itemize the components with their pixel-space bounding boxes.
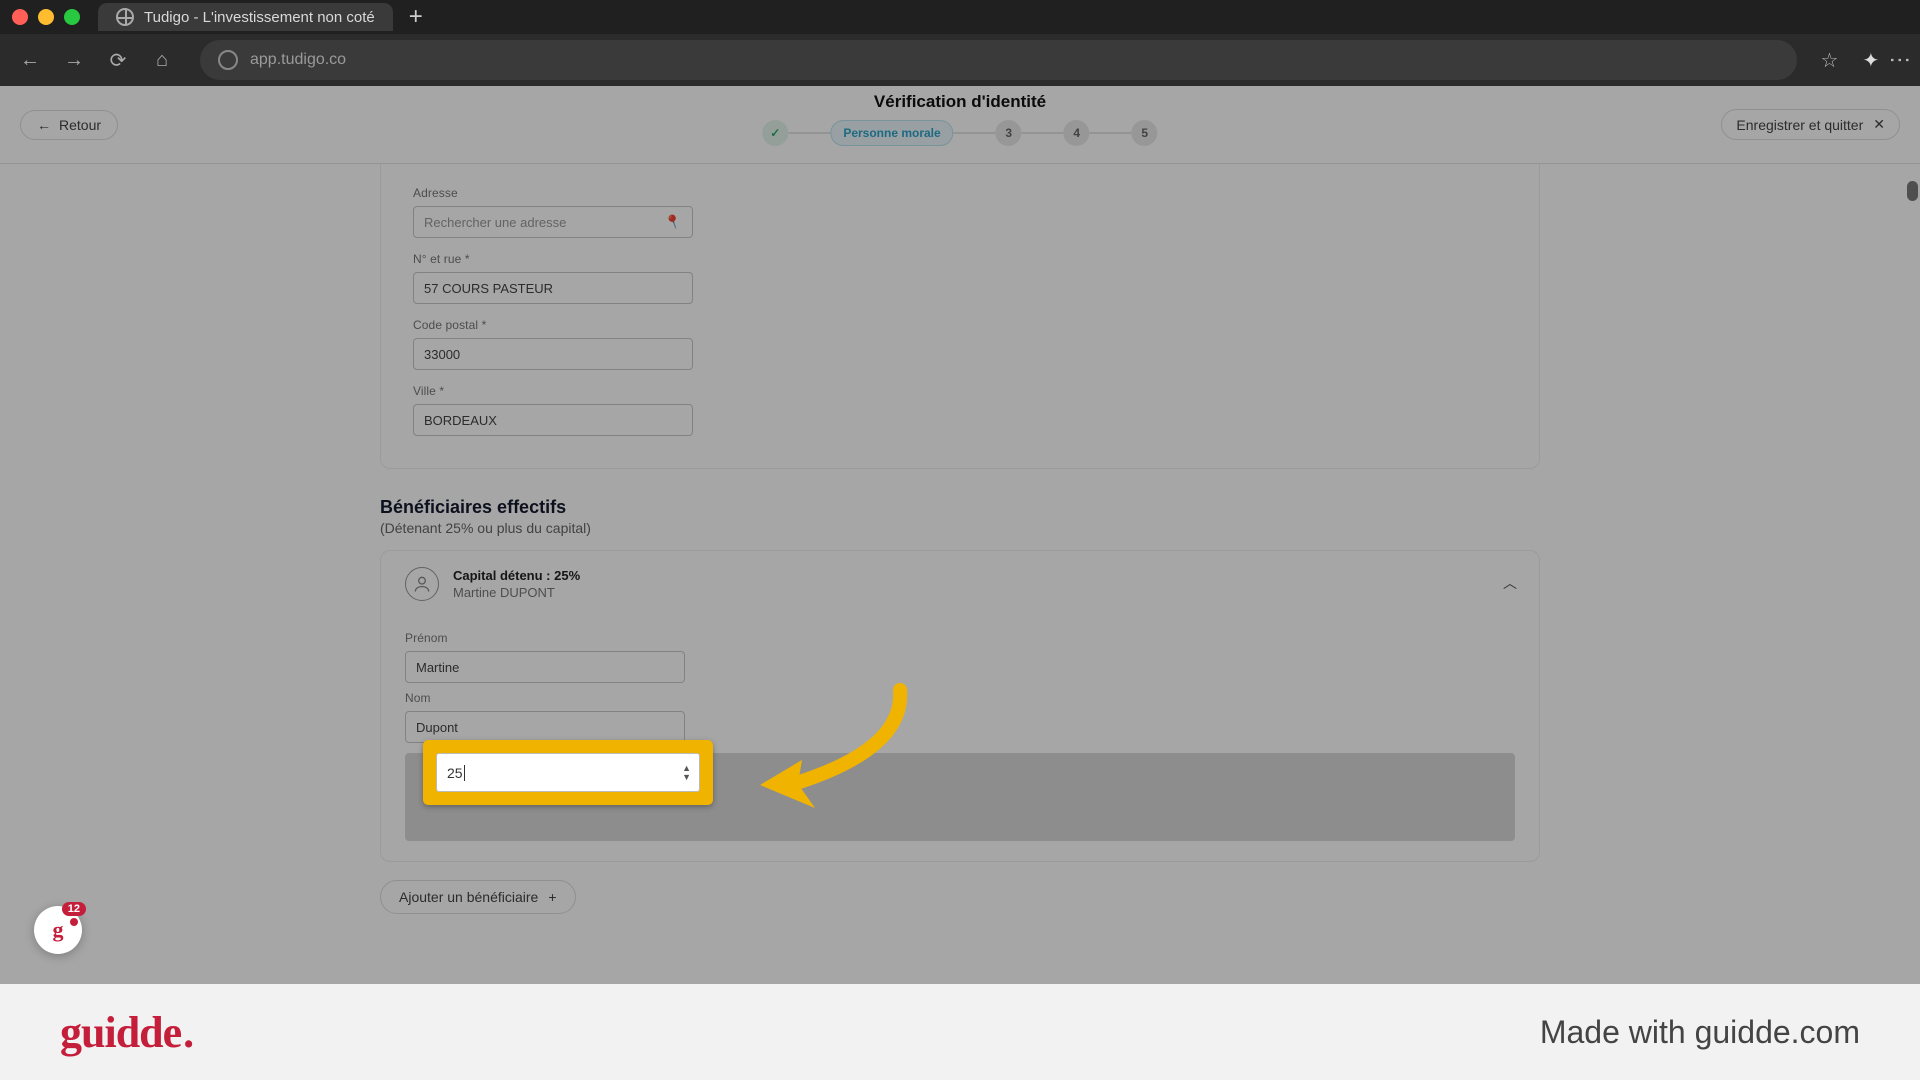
percent-input[interactable]: 25 ▲▼ bbox=[436, 753, 700, 792]
postal-input[interactable]: 33000 bbox=[413, 338, 693, 370]
beneficiary-name: Martine DUPONT bbox=[453, 585, 580, 600]
globe-icon bbox=[116, 8, 134, 26]
street-value: 57 COURS PASTEUR bbox=[424, 281, 553, 296]
guidde-badge[interactable]: g 12 bbox=[34, 906, 82, 954]
label-prenom: Prénom bbox=[405, 631, 1515, 645]
extensions-icon[interactable]: ✦ bbox=[1862, 48, 1879, 73]
label-adresse: Adresse bbox=[413, 186, 1507, 200]
step-1-done: ✓ bbox=[762, 120, 788, 146]
window-controls[interactable] bbox=[12, 9, 80, 25]
address-search-input[interactable]: Rechercher une adresse 📍 bbox=[413, 206, 693, 238]
number-stepper-icon[interactable]: ▲▼ bbox=[682, 764, 691, 780]
step-4: 4 bbox=[1064, 120, 1090, 146]
browser-menu-icon[interactable]: ⋮ bbox=[1895, 49, 1904, 71]
progress-stepper: ✓ Personne morale 3 4 5 bbox=[762, 120, 1157, 146]
firstname-input[interactable]: Martine bbox=[405, 651, 685, 683]
percent-value: 25 bbox=[447, 765, 463, 781]
guidde-g-icon: g bbox=[53, 917, 64, 943]
save-quit-label: Enregistrer et quitter bbox=[1736, 117, 1863, 133]
forward-button[interactable]: → bbox=[60, 46, 88, 74]
back-label: Retour bbox=[59, 117, 101, 133]
add-beneficiary-label: Ajouter un bénéficiaire bbox=[399, 889, 538, 905]
bookmark-icon[interactable]: ☆ bbox=[1821, 48, 1839, 73]
beneficiary-card: Capital détenu : 25% Martine DUPONT ︿ Pr… bbox=[380, 550, 1540, 862]
url-text: app.tudigo.co bbox=[250, 51, 346, 69]
browser-tab[interactable]: Tudigo - L'investissement non coté bbox=[98, 3, 393, 31]
label-cp: Code postal * bbox=[413, 318, 1507, 332]
beneficiaries-title: Bénéficiaires effectifs bbox=[380, 497, 1540, 518]
arrow-annotation bbox=[740, 680, 940, 820]
back-link[interactable]: ← Retour bbox=[20, 110, 118, 140]
close-icon[interactable] bbox=[12, 9, 28, 25]
back-button[interactable]: ← bbox=[16, 46, 44, 74]
address-card: Adresse Rechercher une adresse 📍 N° et r… bbox=[380, 164, 1540, 469]
add-beneficiary-button[interactable]: Ajouter un bénéficiaire + bbox=[380, 880, 576, 914]
address-bar[interactable]: app.tudigo.co bbox=[200, 40, 1797, 80]
chevron-up-icon[interactable]: ︿ bbox=[1503, 573, 1517, 593]
address-placeholder: Rechercher une adresse bbox=[424, 215, 566, 230]
text-caret bbox=[464, 765, 465, 781]
beneficiaries-subtitle: (Détenant 25% ou plus du capital) bbox=[380, 520, 1540, 536]
label-nom: Nom bbox=[405, 691, 1515, 705]
close-icon: ✕ bbox=[1873, 116, 1885, 133]
label-rue: N° et rue * bbox=[413, 252, 1507, 266]
capital-held: Capital détenu : 25% bbox=[453, 568, 580, 583]
minimize-icon[interactable] bbox=[38, 9, 54, 25]
guidde-logo-text: guidde bbox=[60, 1007, 181, 1058]
lastname-input[interactable]: Dupont bbox=[405, 711, 685, 743]
step-3: 3 bbox=[996, 120, 1022, 146]
tab-title: Tudigo - L'investissement non coté bbox=[144, 9, 375, 26]
step-2-label: Personne morale bbox=[830, 120, 953, 146]
city-value: BORDEAUX bbox=[424, 413, 497, 428]
lastname-value: Dupont bbox=[416, 720, 458, 735]
highlight-annotation: 25 ▲▼ bbox=[423, 740, 713, 805]
home-button[interactable]: ⌂ bbox=[148, 46, 176, 74]
plus-icon: + bbox=[548, 889, 556, 905]
new-tab-button[interactable]: + bbox=[409, 3, 423, 31]
person-icon bbox=[405, 567, 439, 601]
beneficiary-header[interactable]: Capital détenu : 25% Martine DUPONT ︿ bbox=[381, 551, 1539, 617]
reload-button[interactable]: ⟳ bbox=[104, 46, 132, 74]
page-title: Vérification d'identité bbox=[762, 92, 1157, 112]
guidde-dot-icon bbox=[70, 918, 78, 926]
maximize-icon[interactable] bbox=[64, 9, 80, 25]
guidde-count-badge: 12 bbox=[62, 902, 86, 916]
step-5: 5 bbox=[1132, 120, 1158, 146]
site-info-icon[interactable] bbox=[218, 50, 238, 70]
city-input[interactable]: BORDEAUX bbox=[413, 404, 693, 436]
street-input[interactable]: 57 COURS PASTEUR bbox=[413, 272, 693, 304]
save-and-quit-button[interactable]: Enregistrer et quitter ✕ bbox=[1721, 109, 1900, 140]
pin-icon: 📍 bbox=[662, 211, 684, 233]
firstname-value: Martine bbox=[416, 660, 459, 675]
scrollbar-thumb[interactable] bbox=[1907, 181, 1918, 201]
arrow-left-icon: ← bbox=[37, 117, 51, 133]
guidde-logo: guidde. bbox=[60, 1007, 193, 1058]
made-with-text: Made with guidde.com bbox=[1540, 1014, 1860, 1051]
label-ville: Ville * bbox=[413, 384, 1507, 398]
postal-value: 33000 bbox=[424, 347, 460, 362]
guidde-footer: guidde. Made with guidde.com bbox=[0, 984, 1920, 1080]
